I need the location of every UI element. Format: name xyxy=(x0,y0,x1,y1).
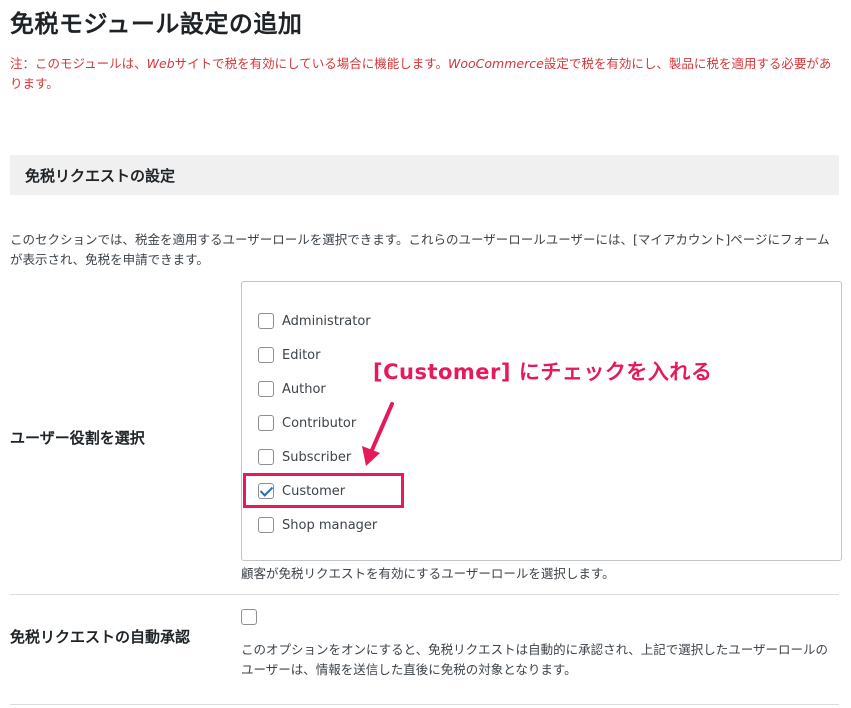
role-author-checkbox[interactable] xyxy=(258,381,274,397)
role-contributor-label: Contributor xyxy=(282,415,357,431)
role-administrator-checkbox[interactable] xyxy=(258,313,274,329)
role-contributor[interactable]: Contributor xyxy=(258,412,356,434)
notice-text-1: 注：このモジュールは、 xyxy=(10,56,147,71)
customer-highlight-box xyxy=(243,473,404,508)
notice-woocommerce: WooCommerce xyxy=(448,56,544,71)
role-editor-checkbox[interactable] xyxy=(258,347,274,363)
role-contributor-checkbox[interactable] xyxy=(258,415,274,431)
role-administrator-label: Administrator xyxy=(282,313,371,329)
role-shop-manager[interactable]: Shop manager xyxy=(258,514,377,536)
role-subscriber[interactable]: Subscriber xyxy=(258,446,351,468)
notice-text-2: サイトで税を有効にしている場合に機能します。 xyxy=(174,56,449,71)
auto-approve-checkbox[interactable] xyxy=(241,609,257,625)
role-editor[interactable]: Editor xyxy=(258,344,320,366)
auto-approve-description: このオプションをオンにすると、免税リクエストは自動的に承認され、上記で選択したユ… xyxy=(241,642,829,677)
annotation-callout: [Customer] にチェックを入れる xyxy=(373,360,713,384)
role-subscriber-checkbox[interactable] xyxy=(258,449,274,465)
role-shop-manager-label: Shop manager xyxy=(282,517,378,533)
role-editor-label: Editor xyxy=(282,347,321,363)
user-roles-label: ユーザー役割を選択 xyxy=(10,429,145,447)
role-shop-manager-checkbox[interactable] xyxy=(258,517,274,533)
section-description: このセクションでは、税金を適用するユーザーロールを選択できます。これらのユーザー… xyxy=(10,232,830,267)
section-header: 免税リクエストの設定 xyxy=(10,155,839,195)
row-divider xyxy=(10,594,839,595)
user-roles-list: Administrator Editor Author Contributor … xyxy=(241,281,842,561)
row-divider xyxy=(10,704,839,705)
role-author-label: Author xyxy=(282,381,326,397)
annotation-arrow-icon xyxy=(362,402,394,466)
user-roles-hint: 顧客が免税リクエストを有効にするユーザーロールを選択します。 xyxy=(241,566,615,581)
tax-notice: 注：このモジュールは、Webサイトで税を有効にしている場合に機能します。WooC… xyxy=(10,54,840,94)
role-subscriber-label: Subscriber xyxy=(282,449,352,465)
auto-approve-label: 免税リクエストの自動承認 xyxy=(10,628,191,646)
role-administrator[interactable]: Administrator xyxy=(258,310,371,332)
notice-web: Web xyxy=(146,56,175,71)
page-title: 免税モジュール設定の追加 xyxy=(10,10,303,38)
section-title: 免税リクエストの設定 xyxy=(25,167,176,185)
role-author[interactable]: Author xyxy=(258,378,326,400)
